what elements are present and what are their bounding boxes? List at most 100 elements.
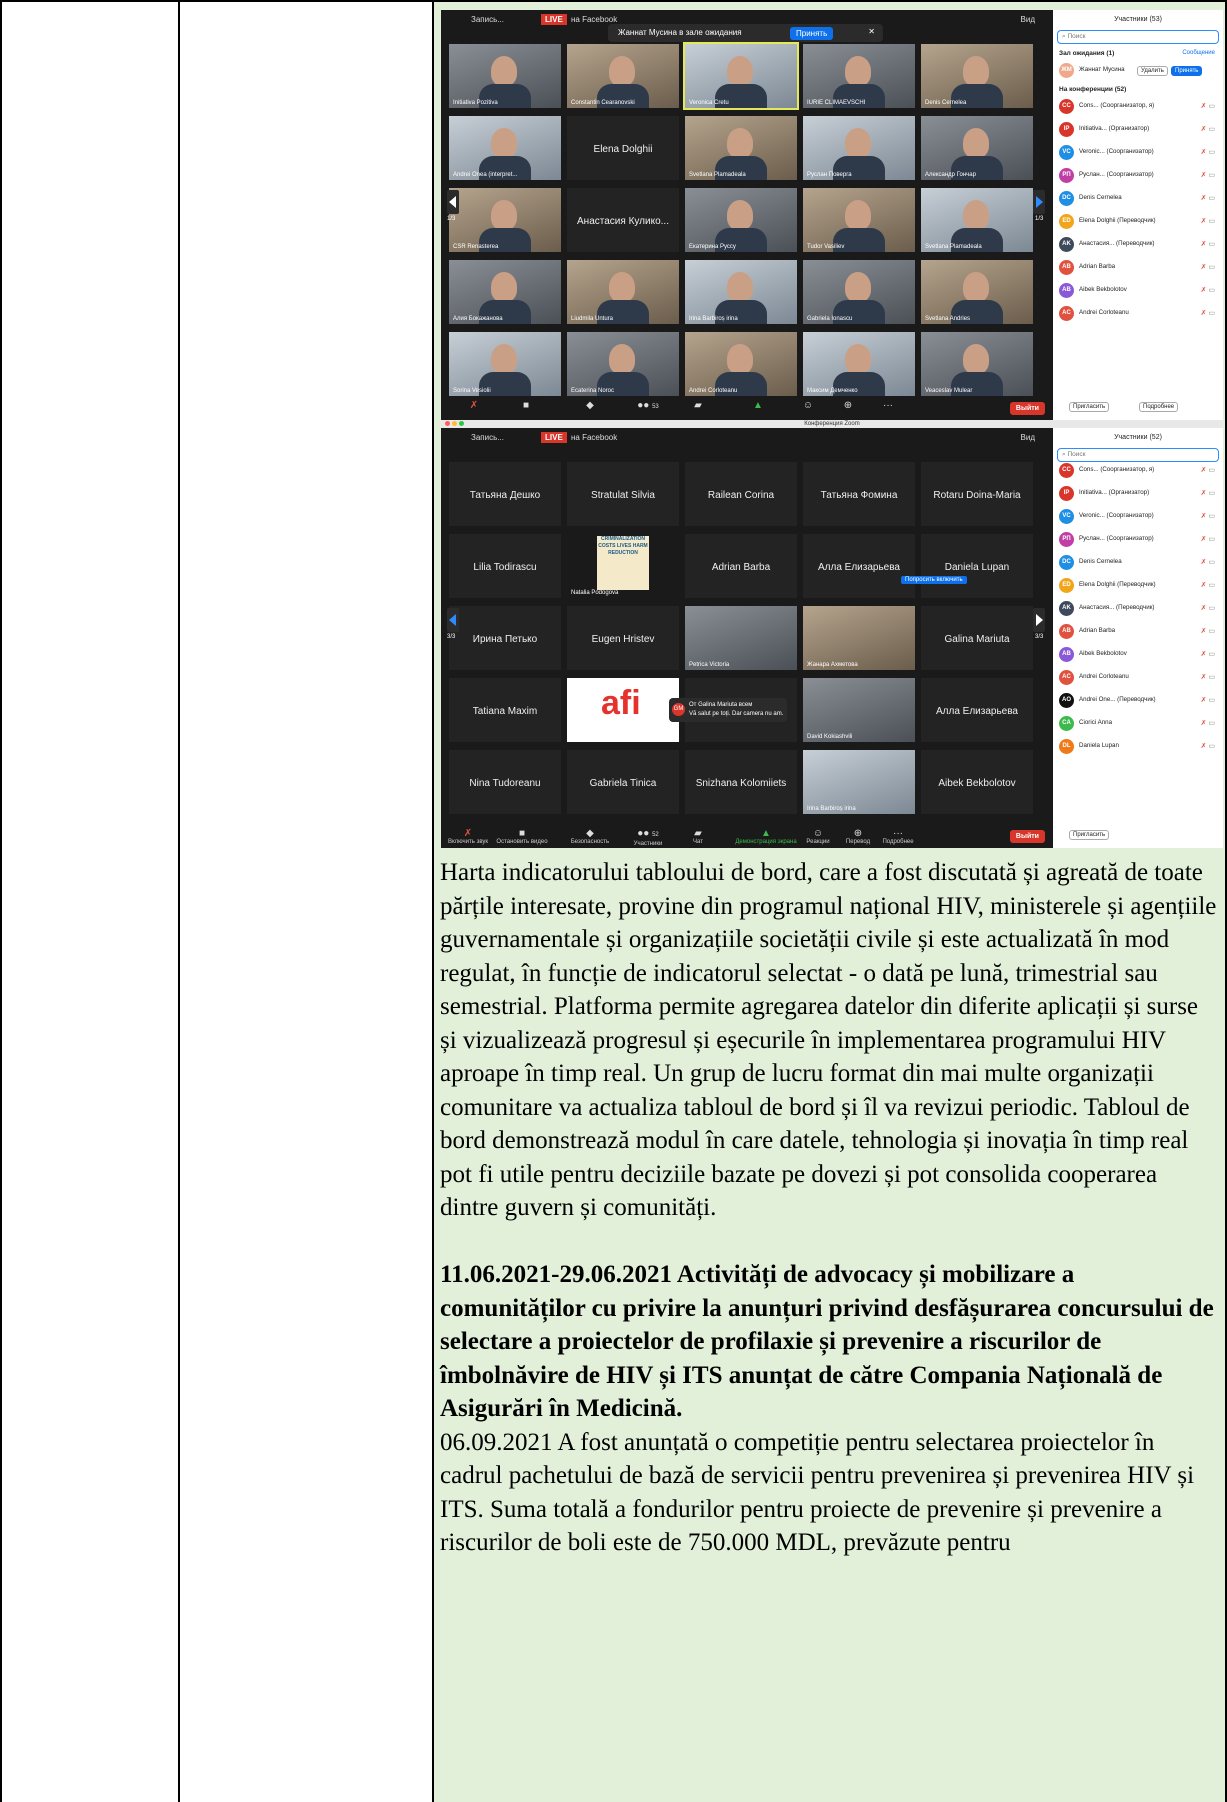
more-button[interactable]: ··· Подробнее: [871, 828, 925, 845]
mic-muted-icon[interactable]: ✗ ▭: [1201, 171, 1215, 179]
video-tile[interactable]: Алия Бокажанова: [449, 260, 561, 324]
participant-row[interactable]: CC Cons... (Соорганизатор, я) ✗ ▭: [1059, 462, 1217, 480]
mic-muted-icon[interactable]: ✗ ▭: [1201, 604, 1215, 612]
mic-muted-icon[interactable]: ✗ ▭: [1201, 125, 1215, 133]
participant-row[interactable]: ED Elena Dolghii (Переводчик) ✗ ▭: [1059, 213, 1217, 231]
mic-muted-icon[interactable]: ✗ ▭: [1201, 673, 1215, 681]
mic-muted-icon[interactable]: ✗ ▭: [1201, 627, 1215, 635]
video-tile[interactable]: Nina Tudoreanu: [449, 750, 561, 814]
video-tile[interactable]: CRIMINALIZATION COSTS LIVES HARM REDUCTI…: [567, 534, 679, 598]
video-tile[interactable]: Sorina Vesiolii: [449, 332, 561, 396]
mic-muted-icon[interactable]: ✗ ▭: [1201, 719, 1215, 727]
mic-muted-icon[interactable]: ✗ ▭: [1201, 286, 1215, 294]
invite-button[interactable]: Пригласить: [1069, 402, 1110, 412]
participant-row[interactable]: AK Анастасия... (Переводчик) ✗ ▭: [1059, 236, 1217, 254]
participant-row[interactable]: CA Ciorici Anna ✗ ▭: [1059, 715, 1217, 733]
mic-muted-icon[interactable]: ✗ ▭: [1201, 581, 1215, 589]
video-tile[interactable]: afi Svetlana Doltu: [567, 678, 679, 742]
video-tile[interactable]: Galina Mariuta: [921, 606, 1033, 670]
next-page-arrow[interactable]: [1033, 190, 1045, 214]
video-tile[interactable]: Veronica Cretu: [683, 42, 799, 110]
mic-muted-icon[interactable]: ✗ ▭: [1201, 102, 1215, 110]
participant-row[interactable]: VC Veronic... (Соорганизатор) ✗ ▭: [1059, 508, 1217, 526]
video-tile[interactable]: Александр Гончар: [921, 116, 1033, 180]
ask-unmute-button[interactable]: Попросить включить: [901, 576, 967, 584]
participant-row[interactable]: DC Denis Cernelea ✗ ▭: [1059, 554, 1217, 572]
mic-muted-icon[interactable]: ✗ ▭: [1201, 240, 1215, 248]
video-tile[interactable]: CSR Renasterea: [449, 188, 561, 252]
stop-video-button[interactable]: ■ Остановить видео: [495, 828, 549, 845]
leave-meeting-button[interactable]: Выйти: [1009, 830, 1045, 843]
video-tile[interactable]: Анастасия Кулико...: [567, 188, 679, 252]
mic-muted-icon[interactable]: ✗ ▭: [1201, 194, 1215, 202]
next-page-arrow[interactable]: [1033, 608, 1045, 632]
mic-muted-icon[interactable]: ✗ ▭: [1201, 309, 1215, 317]
recording-indicator[interactable]: Запись...: [471, 15, 504, 24]
participant-row[interactable]: DL Daniela Lupan ✗ ▭: [1059, 738, 1217, 756]
video-tile[interactable]: David Kokiashvili: [803, 678, 915, 742]
participant-row[interactable]: РП Руслан... (Соорганизатор) ✗ ▭: [1059, 167, 1217, 185]
video-tile[interactable]: Gabriela Tinica: [567, 750, 679, 814]
video-tile[interactable]: Svetlana Plamadeala: [685, 116, 797, 180]
recording-indicator[interactable]: Запись...: [471, 433, 504, 442]
participant-row[interactable]: ED Elena Dolghii (Переводчик) ✗ ▭: [1059, 577, 1217, 595]
accept-button[interactable]: Принять: [790, 27, 834, 40]
participant-row[interactable]: AB Aibek Bekbolotov ✗ ▭: [1059, 282, 1217, 300]
close-icon[interactable]: ✕: [868, 27, 875, 36]
participant-row[interactable]: VC Veronic... (Соорганизатор) ✗ ▭: [1059, 144, 1217, 162]
video-tile[interactable]: Ирина Петько: [449, 606, 561, 670]
participants-button[interactable]: ●● 53: [621, 400, 675, 413]
video-tile[interactable]: Andrei Onea (interpret...: [449, 116, 561, 180]
view-button[interactable]: Вид: [1021, 15, 1035, 24]
mic-muted-icon[interactable]: ✗ ▭: [1201, 148, 1215, 156]
participant-row[interactable]: AO Andrei One... (Переводчик) ✗ ▭: [1059, 692, 1217, 710]
waiting-room-header[interactable]: Зал ожидания (1): [1059, 50, 1114, 57]
video-tile[interactable]: Жанара Ахметова: [803, 606, 915, 670]
message-link[interactable]: Сообщение: [1182, 50, 1215, 56]
mic-muted-icon[interactable]: ✗ ▭: [1201, 466, 1215, 474]
security-button[interactable]: ◆ Безопасность: [563, 828, 617, 845]
participant-row[interactable]: AK Анастасия... (Переводчик) ✗ ▭: [1059, 600, 1217, 618]
more-options-button[interactable]: Подробнее: [1139, 402, 1179, 412]
participant-row[interactable]: AC Andrei Corloteanu ✗ ▭: [1059, 305, 1217, 323]
video-tile[interactable]: Snizhana Kolomiiets: [685, 750, 797, 814]
view-button[interactable]: Вид: [1021, 433, 1035, 442]
participant-row[interactable]: DC Denis Cernelea ✗ ▭: [1059, 190, 1217, 208]
participant-row[interactable]: CC Cons... (Соорганизатор, я) ✗ ▭: [1059, 98, 1217, 116]
video-tile[interactable]: Татьяна Дешко: [449, 462, 561, 526]
mic-muted-icon[interactable]: ✗ ▭: [1201, 650, 1215, 658]
maximize-window-icon[interactable]: [459, 421, 464, 426]
participant-row[interactable]: AB Aibek Bekbolotov ✗ ▭: [1059, 646, 1217, 664]
video-tile[interactable]: Denis Cernelea: [921, 44, 1033, 108]
unmute-button[interactable]: ✗: [447, 400, 501, 411]
participants-button[interactable]: ●● 52 Участники: [621, 828, 675, 847]
video-tile[interactable]: Максим Демченко: [803, 332, 915, 396]
video-tile[interactable]: Veaceslav Mulear: [921, 332, 1033, 396]
video-tile[interactable]: Initiativa Pozitiva: [449, 44, 561, 108]
video-tile[interactable]: Andrei Corloteanu: [685, 332, 797, 396]
mic-muted-icon[interactable]: ✗ ▭: [1201, 535, 1215, 543]
video-tile[interactable]: Tatiana Maxim: [449, 678, 561, 742]
video-tile[interactable]: Irina Barbiroș irina: [803, 750, 915, 814]
video-tile[interactable]: Aibek Bekbolotov: [921, 750, 1033, 814]
video-tile[interactable]: Adrian Barba: [685, 534, 797, 598]
video-tile[interactable]: Liudmila Untura: [567, 260, 679, 324]
video-tile[interactable]: Petrica Victoria: [685, 606, 797, 670]
chat-button[interactable]: ▰ Чат: [671, 828, 725, 845]
video-tile[interactable]: IURIE CLIMAEVSCHI: [803, 44, 915, 108]
mic-muted-icon[interactable]: ✗ ▭: [1201, 512, 1215, 520]
participant-row[interactable]: AC Andrei Corloteanu ✗ ▭: [1059, 669, 1217, 687]
video-tile[interactable]: Elena Dolghii: [567, 116, 679, 180]
participant-search-input[interactable]: ⌕ Поиск: [1057, 448, 1219, 462]
video-tile[interactable]: Ecaterina Noroc: [567, 332, 679, 396]
live-badge[interactable]: LIVE: [541, 432, 567, 443]
participant-search-input[interactable]: ⌕ Поиск: [1057, 30, 1219, 44]
in-conference-header[interactable]: На конференции (52): [1059, 86, 1126, 93]
live-badge[interactable]: LIVE: [541, 14, 567, 25]
video-tile[interactable]: Svetlana Andries: [921, 260, 1033, 324]
video-tile[interactable]: Eugen Hristev: [567, 606, 679, 670]
participant-row[interactable]: IP Initiativa... (Организатор) ✗ ▭: [1059, 121, 1217, 139]
video-tile[interactable]: Constantin Cearanovski: [567, 44, 679, 108]
participant-row[interactable]: IP Initiativa... (Организатор) ✗ ▭: [1059, 485, 1217, 503]
share-screen-button[interactable]: ▲: [731, 400, 785, 411]
